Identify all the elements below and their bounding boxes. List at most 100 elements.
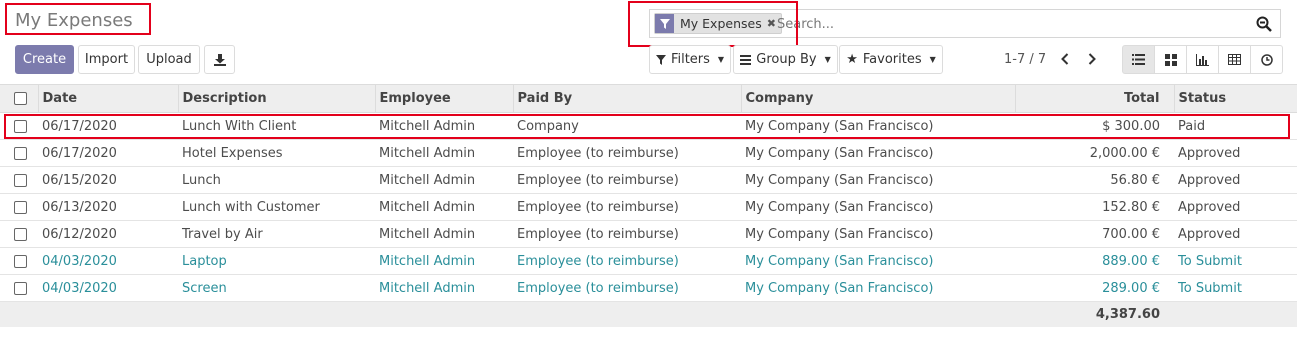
cell-company: My Company (San Francisco) [745, 145, 934, 161]
row-checkbox[interactable] [14, 254, 27, 268]
pivot-view-button[interactable] [1218, 45, 1251, 74]
column-header-description[interactable]: Description [178, 84, 376, 113]
row-checkbox-cell[interactable] [0, 113, 38, 140]
cell-date: 06/12/2020 [42, 226, 117, 242]
cell-description: Screen [182, 280, 227, 296]
row-checkbox-cell[interactable] [0, 248, 38, 275]
cell-employee: Mitchell Admin [379, 145, 476, 161]
row-checkbox-cell[interactable] [0, 221, 38, 248]
column-header-paid-by[interactable]: Paid By [513, 84, 742, 113]
cell-date: 04/03/2020 [42, 280, 117, 296]
activity-view-icon [1260, 53, 1273, 66]
cell-total: 289.00 € [1102, 280, 1160, 296]
column-header-company[interactable]: Company [741, 84, 1016, 113]
cell-company: My Company (San Francisco) [745, 226, 934, 242]
download-icon [213, 53, 226, 66]
cell-employee: Mitchell Admin [379, 118, 476, 134]
chevron-right-icon[interactable] [1085, 51, 1099, 67]
cell-employee: Mitchell Admin [379, 226, 476, 242]
column-header-employee[interactable]: Employee [375, 84, 514, 113]
table-row[interactable]: 06/17/2020 Hotel Expenses Mitchell Admin… [0, 140, 1297, 167]
row-checkbox[interactable] [14, 173, 27, 187]
column-header-status[interactable]: Status [1174, 84, 1297, 113]
cell-status: Approved [1178, 172, 1241, 188]
cell-date: 06/17/2020 [42, 118, 117, 134]
activity-view-button[interactable] [1250, 45, 1283, 74]
row-checkbox[interactable] [14, 146, 27, 160]
cell-paid-by: Employee (to reimburse) [517, 253, 679, 269]
row-checkbox-cell[interactable] [0, 167, 38, 194]
search-input[interactable] [777, 14, 1247, 34]
cell-description: Lunch With Client [182, 118, 297, 134]
caret-down-icon: ▼ [929, 55, 936, 64]
import-button[interactable]: Import [78, 45, 135, 74]
table-row[interactable]: 06/13/2020 Lunch with Customer Mitchell … [0, 194, 1297, 221]
favorites-button[interactable]: ★ Favorites ▼ [839, 45, 943, 74]
kanban-view-button[interactable] [1154, 45, 1187, 74]
expenses-table: Date Description Employee Paid By Compan… [0, 84, 1297, 327]
row-checkbox[interactable] [14, 281, 27, 295]
cell-description: Lunch [182, 172, 221, 188]
cell-company: My Company (San Francisco) [745, 172, 934, 188]
filters-button[interactable]: Filters ▼ [649, 45, 731, 74]
column-header-total[interactable]: Total [1015, 84, 1175, 113]
cell-total: 152.80 € [1102, 199, 1160, 215]
cell-status: To Submit [1178, 280, 1242, 296]
footer-total: 4,387.60 [1095, 306, 1160, 322]
table-row[interactable]: 04/03/2020 Laptop Mitchell Admin Employe… [0, 248, 1297, 275]
table-row[interactable]: 04/03/2020 Screen Mitchell Admin Employe… [0, 275, 1297, 302]
cell-total: 700.00 € [1102, 226, 1160, 242]
select-all-checkbox-cell[interactable] [0, 84, 39, 113]
cell-paid-by: Employee (to reimburse) [517, 145, 679, 161]
search-facet[interactable]: My Expenses ✖ [654, 13, 782, 34]
cell-date: 06/17/2020 [42, 145, 117, 161]
cell-status: Approved [1178, 199, 1241, 215]
select-all-checkbox[interactable] [14, 92, 27, 105]
row-checkbox-cell[interactable] [0, 194, 38, 221]
table-row[interactable]: 06/12/2020 Travel by Air Mitchell Admin … [0, 221, 1297, 248]
cell-description: Hotel Expenses [182, 145, 283, 161]
pager-value[interactable]: 1-7 / 7 [1004, 52, 1046, 67]
row-checkbox[interactable] [14, 227, 27, 241]
view-switcher [1122, 45, 1283, 74]
group-by-label: Group By [756, 52, 817, 67]
upload-button[interactable]: Upload [138, 45, 200, 74]
chevron-left-icon[interactable] [1058, 51, 1072, 67]
caret-down-icon: ▼ [717, 55, 725, 64]
cell-paid-by: Company [517, 118, 579, 134]
cell-company: My Company (San Francisco) [745, 118, 934, 134]
table-row[interactable]: 06/17/2020 Lunch With Client Mitchell Ad… [0, 113, 1297, 140]
filters-label: Filters [670, 52, 710, 67]
table-row[interactable]: 06/15/2020 Lunch Mitchell Admin Employee… [0, 167, 1297, 194]
cell-paid-by: Employee (to reimburse) [517, 199, 679, 215]
cell-status: To Submit [1178, 253, 1242, 269]
cell-paid-by: Employee (to reimburse) [517, 226, 679, 242]
cell-employee: Mitchell Admin [379, 253, 476, 269]
row-checkbox[interactable] [14, 119, 27, 133]
search-icon[interactable] [1256, 16, 1272, 32]
list-view-button[interactable] [1122, 45, 1155, 74]
cell-total: $ 300.00 [1102, 118, 1160, 134]
search-bar[interactable]: My Expenses ✖ [649, 9, 1281, 38]
cell-employee: Mitchell Admin [379, 280, 476, 296]
column-header-date[interactable]: Date [38, 84, 179, 113]
cell-status: Approved [1178, 226, 1241, 242]
cell-description: Lunch with Customer [182, 199, 320, 215]
filter-icon [655, 54, 666, 65]
cell-company: My Company (San Francisco) [745, 280, 934, 296]
table-header: Date Description Employee Paid By Compan… [0, 84, 1297, 113]
caret-down-icon: ▼ [824, 55, 831, 64]
row-checkbox-cell[interactable] [0, 275, 38, 302]
group-by-button[interactable]: Group By ▼ [733, 45, 838, 74]
cell-employee: Mitchell Admin [379, 199, 476, 215]
graph-view-button[interactable] [1186, 45, 1219, 74]
cell-description: Travel by Air [182, 226, 263, 242]
row-checkbox[interactable] [14, 200, 27, 214]
create-button[interactable]: Create [15, 45, 74, 74]
download-button[interactable] [204, 45, 235, 74]
filter-icon [655, 14, 674, 33]
table-footer: 4,387.60 [0, 301, 1297, 327]
row-checkbox-cell[interactable] [0, 140, 38, 167]
cell-status: Approved [1178, 145, 1241, 161]
cell-total: 889.00 € [1102, 253, 1160, 269]
